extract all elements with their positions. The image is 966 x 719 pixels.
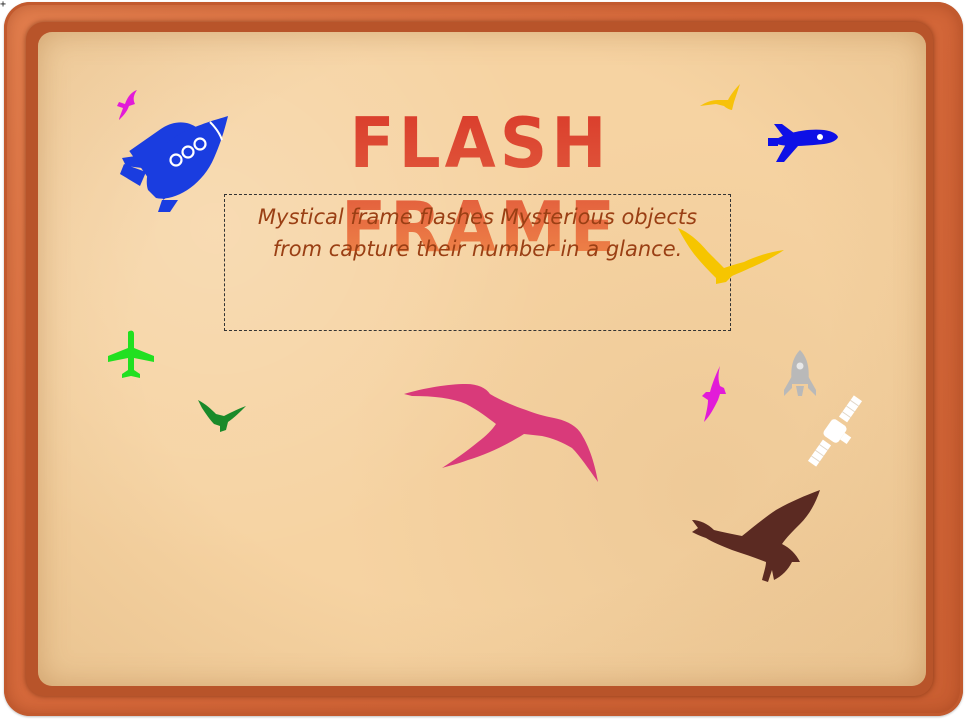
- bird-icon[interactable]: [700, 366, 728, 424]
- bird-icon[interactable]: [404, 380, 602, 486]
- description-line-1: Mystical frame flashes Mysterious object…: [257, 205, 698, 229]
- bird-icon[interactable]: [115, 88, 141, 122]
- rocket-icon[interactable]: [118, 112, 233, 214]
- bird-icon[interactable]: [700, 84, 742, 112]
- airplane-icon[interactable]: [106, 330, 156, 380]
- description-text: Mystical frame flashes Mysterious object…: [225, 201, 730, 265]
- satellite-icon[interactable]: [806, 390, 864, 472]
- description-line-2: from capture their number in a glance.: [272, 237, 683, 261]
- game-stage: FLASH FRAME Mystical frame flashes Myste…: [0, 0, 966, 719]
- description-box: Mystical frame flashes Mysterious object…: [224, 194, 731, 331]
- bird-icon[interactable]: [692, 488, 824, 584]
- crosshair-cursor-icon: +: [0, 0, 7, 10]
- bird-icon[interactable]: [676, 222, 786, 286]
- rocket-icon[interactable]: [768, 122, 840, 166]
- bird-icon[interactable]: [196, 398, 248, 434]
